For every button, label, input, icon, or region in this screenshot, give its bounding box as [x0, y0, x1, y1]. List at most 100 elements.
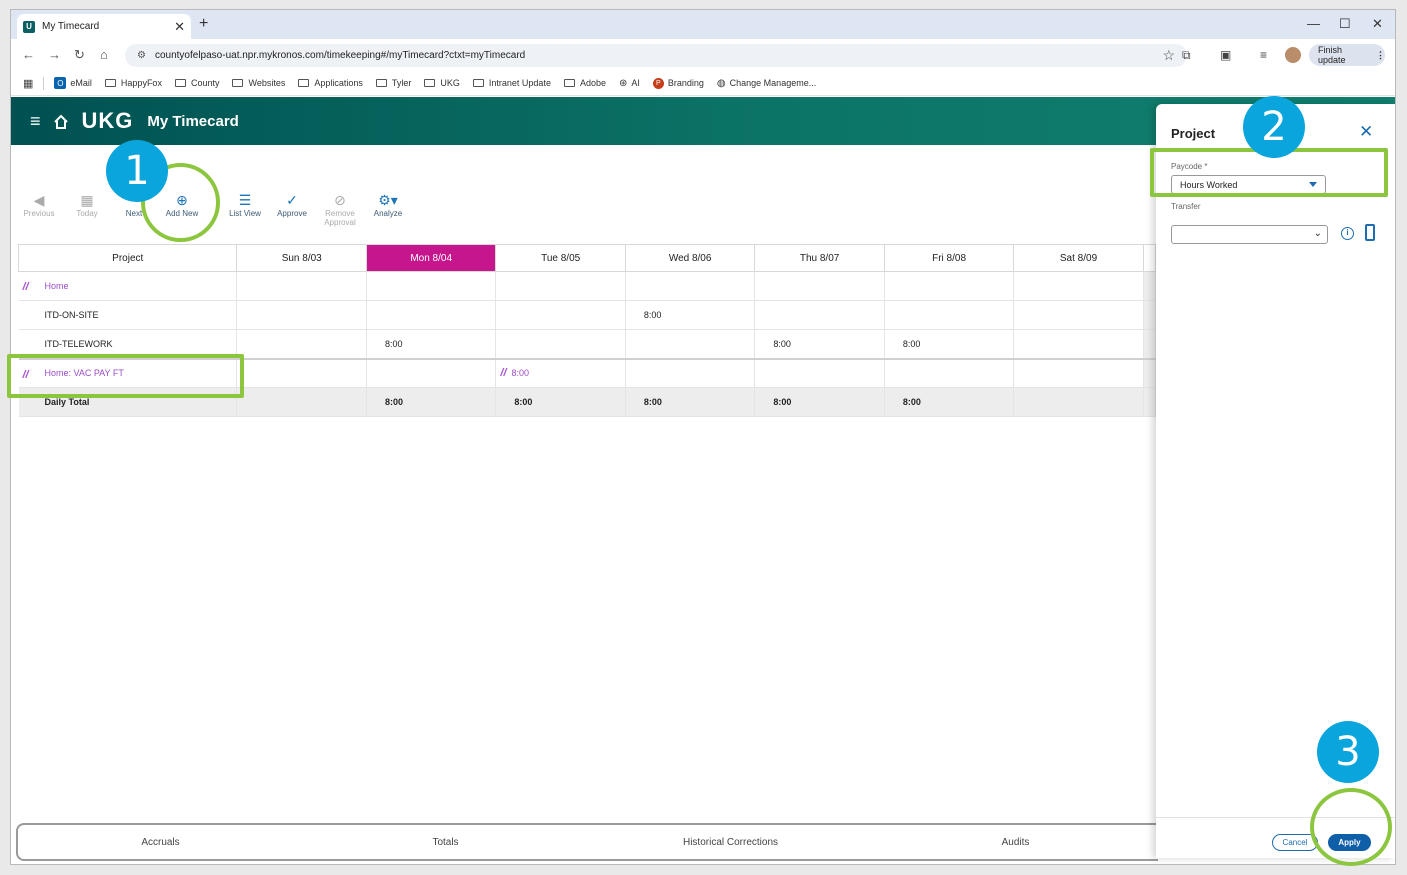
time-cell[interactable]	[366, 271, 497, 301]
time-cell[interactable]	[236, 357, 367, 388]
media-icon[interactable]: ≡	[1260, 48, 1267, 62]
time-cell[interactable]	[884, 271, 1015, 301]
bookmark-applications[interactable]: Applications	[298, 78, 363, 88]
bookmark-websites[interactable]: Websites	[232, 78, 285, 88]
time-cell[interactable]: 8:00	[625, 300, 756, 330]
tab-historical-corrections[interactable]: Historical Corrections	[588, 825, 873, 859]
panel-close-icon[interactable]: ✕	[1359, 122, 1373, 142]
time-cell[interactable]	[495, 300, 626, 330]
table-row: // Home	[18, 271, 1157, 301]
previous-icon: ◀	[33, 192, 45, 208]
time-cell[interactable]	[884, 300, 1015, 330]
analyze-gear-icon: ⚙▾	[378, 192, 398, 208]
time-cell[interactable]	[366, 357, 497, 388]
ukg-favicon-icon: U	[23, 20, 35, 33]
forward-icon[interactable]: →	[48, 47, 61, 62]
time-cell[interactable]	[1013, 300, 1144, 330]
info-icon[interactable]: i	[1341, 227, 1354, 240]
remove-approval-label: Remove	[325, 209, 355, 218]
remove-approval-button[interactable]: ⊘ Remove Approval	[316, 191, 364, 227]
bookmarks-bar: ▦ OeMail HappyFox County Websites Applic…	[11, 71, 1395, 96]
time-cell[interactable]	[754, 271, 885, 301]
project-cell[interactable]: // Home	[18, 271, 238, 301]
time-cell[interactable]	[754, 300, 885, 330]
project-cell[interactable]: ITD-ON-SITE	[18, 300, 238, 330]
today-button[interactable]: ▦ Today	[63, 191, 111, 218]
bookmark-label: AI	[631, 78, 640, 88]
tab-search-icon[interactable]: ▣	[1220, 48, 1231, 62]
col-header-wed[interactable]: Wed 8/06	[624, 244, 756, 272]
site-info-icon[interactable]: ⚙	[137, 50, 146, 61]
finish-update-button[interactable]: Finish update ⋮	[1309, 44, 1385, 66]
hierarchy-picker-icon[interactable]	[1365, 224, 1375, 241]
time-cell[interactable]	[236, 329, 367, 359]
minimize-icon[interactable]: —	[1307, 16, 1320, 31]
back-icon[interactable]: ←	[22, 47, 35, 62]
page-title: My Timecard	[147, 112, 239, 130]
folder-icon	[424, 79, 436, 87]
bookmark-adobe[interactable]: Adobe	[563, 78, 606, 88]
address-bar[interactable]: ⚙ countyofelpaso-uat.npr.mykronos.com/ti…	[125, 44, 1187, 67]
analyze-button[interactable]: ⚙▾ Analyze	[364, 191, 412, 218]
extensions-icon[interactable]: ⧉	[1182, 48, 1191, 63]
time-cell[interactable]: // 8:00	[495, 357, 626, 388]
tab-accruals[interactable]: Accruals	[18, 825, 303, 859]
col-header-sat[interactable]: Sat 8/09	[1013, 244, 1144, 272]
time-cell[interactable]	[625, 329, 756, 359]
col-header-tue[interactable]: Tue 8/05	[495, 244, 626, 272]
time-cell[interactable]	[625, 357, 756, 388]
bookmark-county[interactable]: County	[174, 78, 219, 88]
transfer-select[interactable]: ⌄	[1171, 225, 1328, 244]
tab-close-icon[interactable]: ✕	[174, 19, 185, 35]
bookmark-intranet-update[interactable]: Intranet Update	[472, 78, 551, 88]
col-header-mon-today[interactable]: Mon 8/04	[365, 244, 497, 272]
tab-audits[interactable]: Audits	[873, 825, 1158, 859]
bookmark-happyfox[interactable]: HappyFox	[104, 78, 162, 88]
col-header-thu[interactable]: Thu 8/07	[754, 244, 885, 272]
browser-tab[interactable]: U My Timecard ✕	[17, 14, 191, 39]
more-menu-icon[interactable]: ⋮	[1376, 50, 1385, 61]
bookmark-tyler[interactable]: Tyler	[375, 78, 411, 88]
time-cell[interactable]	[495, 271, 626, 301]
approve-button[interactable]: ✓ Approve	[268, 191, 316, 218]
today-label: Today	[76, 209, 98, 218]
time-cell[interactable]	[236, 271, 367, 301]
time-cell[interactable]	[495, 329, 626, 359]
time-cell[interactable]	[625, 271, 756, 301]
col-header-project[interactable]: Project	[17, 244, 238, 272]
time-cell[interactable]	[754, 357, 885, 388]
home-icon[interactable]: ⌂	[100, 47, 108, 62]
time-cell[interactable]	[1013, 357, 1144, 388]
remove-approval-icon: ⊘	[334, 192, 346, 208]
time-cell[interactable]	[1013, 271, 1144, 301]
bookmark-change-management[interactable]: ◍ Change Manageme...	[717, 78, 816, 89]
time-cell[interactable]: 8:00	[366, 329, 497, 359]
list-view-button[interactable]: ☰ List View	[221, 191, 269, 218]
time-cell[interactable]: 8:00	[884, 329, 1015, 359]
time-cell[interactable]	[884, 357, 1015, 388]
bookmark-email[interactable]: OeMail	[54, 77, 92, 89]
time-cell[interactable]	[236, 300, 367, 330]
apps-grid-icon[interactable]: ▦	[23, 77, 33, 90]
bookmark-ukg[interactable]: UKG	[424, 78, 460, 88]
bookmark-branding[interactable]: P Branding	[652, 77, 704, 89]
app-home-icon[interactable]	[53, 114, 68, 129]
bookmark-star-icon[interactable]: ☆	[1162, 47, 1175, 64]
step3-highlight-circle	[1310, 788, 1392, 866]
col-header-sun[interactable]: Sun 8/03	[236, 244, 367, 272]
maximize-icon[interactable]: ☐	[1339, 16, 1351, 32]
reload-icon[interactable]: ↻	[74, 47, 85, 63]
time-cell[interactable]: 8:00	[754, 329, 885, 359]
col-header-fri[interactable]: Fri 8/08	[883, 244, 1015, 272]
profile-avatar[interactable]	[1285, 47, 1301, 63]
hamburger-menu-icon[interactable]: ≡	[30, 111, 41, 132]
time-cell[interactable]	[366, 300, 497, 330]
step1-badge: 1	[106, 140, 168, 202]
new-tab-button[interactable]: +	[199, 15, 208, 33]
previous-button[interactable]: ◀ Previous	[15, 191, 63, 218]
window-close-icon[interactable]: ✕	[1372, 16, 1383, 32]
time-cell[interactable]	[1013, 329, 1144, 359]
bookmark-ai[interactable]: ⊛ AI	[619, 78, 640, 89]
folder-icon	[375, 79, 387, 87]
tab-totals[interactable]: Totals	[303, 825, 588, 859]
